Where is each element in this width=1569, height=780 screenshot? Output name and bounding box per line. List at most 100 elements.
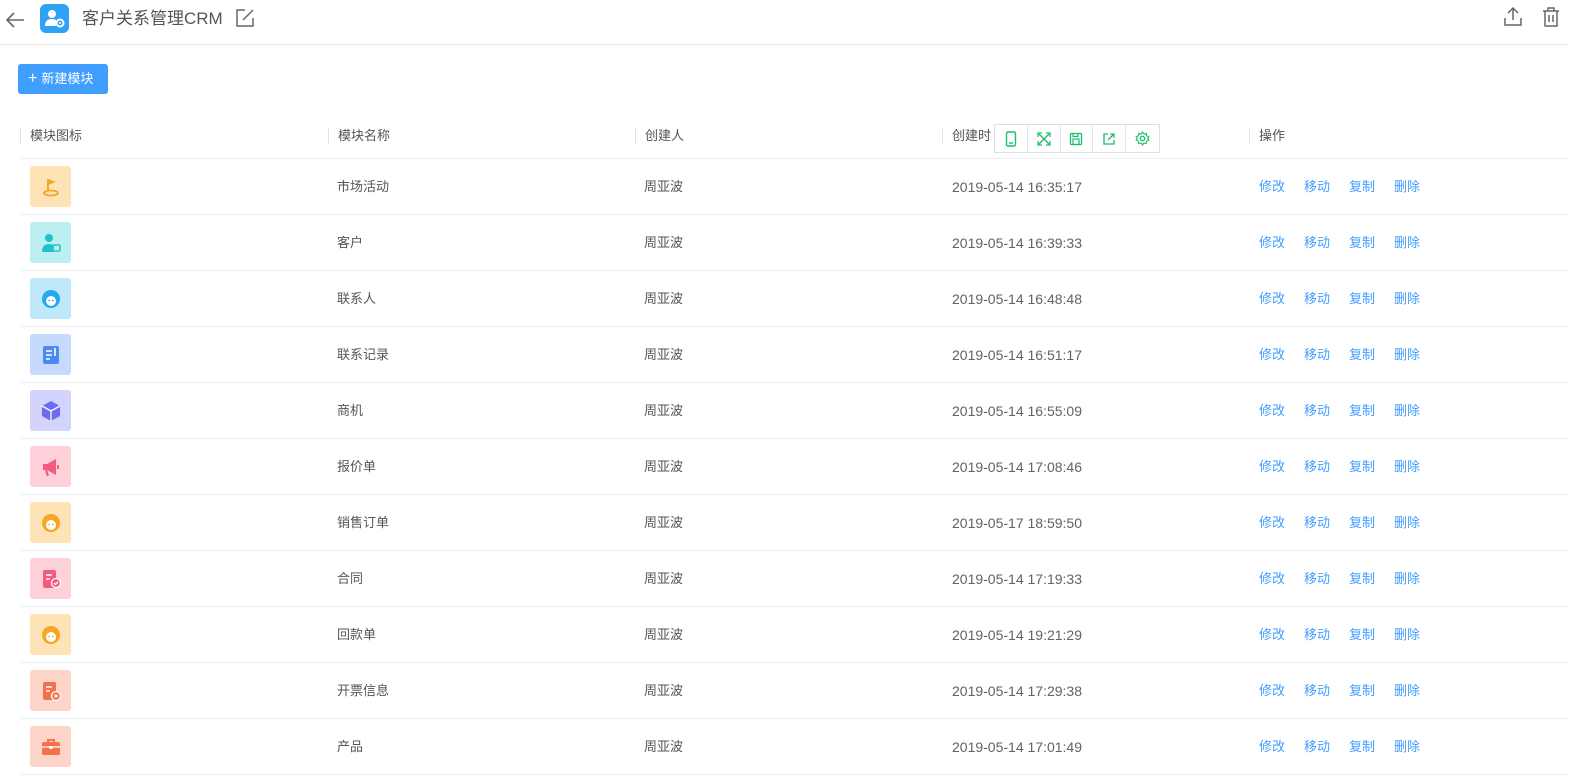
box-icon [30, 390, 71, 431]
copy-link[interactable]: 复制 [1349, 607, 1375, 663]
module-creator: 周亚波 [644, 235, 684, 250]
table-row: 报价单 周亚波 2019-05-14 17:08:46 修改 移动 复制 删除 [20, 439, 1569, 495]
flag-icon [30, 166, 71, 207]
module-name: 联系人 [337, 291, 377, 306]
column-header-actions: 操作 [1249, 118, 1285, 158]
copy-link[interactable]: 复制 [1349, 719, 1375, 775]
row-actions: 修改 移动 复制 删除 [1259, 159, 1420, 215]
mobile-icon[interactable] [995, 125, 1028, 152]
module-name: 联系记录 [337, 347, 390, 362]
edit-link[interactable]: 修改 [1259, 495, 1285, 551]
row-actions: 修改 移动 复制 删除 [1259, 271, 1420, 327]
module-created-time: 2019-05-14 17:01:49 [952, 739, 1082, 755]
move-link[interactable]: 移动 [1304, 551, 1330, 607]
copy-link[interactable]: 复制 [1349, 551, 1375, 607]
contract-icon [30, 558, 71, 599]
edit-link[interactable]: 修改 [1259, 607, 1285, 663]
delete-link[interactable]: 删除 [1394, 439, 1420, 495]
column-header-creator[interactable]: 创建人 [635, 118, 684, 158]
row-actions: 修改 移动 复制 删除 [1259, 551, 1420, 607]
module-created-time: 2019-05-14 16:39:33 [952, 235, 1082, 251]
customer-icon [30, 222, 71, 263]
module-creator: 周亚波 [644, 291, 684, 306]
copy-link[interactable]: 复制 [1349, 383, 1375, 439]
row-actions: 修改 移动 复制 删除 [1259, 663, 1420, 719]
top-bar: 客户关系管理CRM [0, 0, 1569, 45]
delete-link[interactable]: 删除 [1394, 215, 1420, 271]
delete-link[interactable]: 删除 [1394, 719, 1420, 775]
move-link[interactable]: 移动 [1304, 383, 1330, 439]
copy-link[interactable]: 复制 [1349, 271, 1375, 327]
edit-link[interactable]: 修改 [1259, 663, 1285, 719]
move-link[interactable]: 移动 [1304, 327, 1330, 383]
edit-link[interactable]: 修改 [1259, 215, 1285, 271]
module-creator: 周亚波 [644, 347, 684, 362]
module-created-time: 2019-05-14 16:48:48 [952, 291, 1082, 307]
delete-link[interactable]: 删除 [1394, 663, 1420, 719]
edit-link[interactable]: 修改 [1259, 719, 1285, 775]
module-created-time: 2019-05-14 17:08:46 [952, 459, 1082, 475]
column-header-name[interactable]: 模块名称 [328, 118, 390, 158]
edit-link[interactable]: 修改 [1259, 439, 1285, 495]
module-created-time: 2019-05-14 19:21:29 [952, 627, 1082, 643]
new-module-button[interactable]: + 新建模块 [18, 64, 108, 94]
module-created-time: 2019-05-14 16:35:17 [952, 179, 1082, 195]
edit-link[interactable]: 修改 [1259, 551, 1285, 607]
module-name: 报价单 [337, 459, 377, 474]
module-name: 销售订单 [337, 515, 390, 530]
table-row: 客户 周亚波 2019-05-14 16:39:33 修改 移动 复制 删除 [20, 215, 1569, 271]
edit-link[interactable]: 修改 [1259, 383, 1285, 439]
settings-icon[interactable] [1126, 125, 1159, 152]
edit-link[interactable]: 修改 [1259, 327, 1285, 383]
copy-link[interactable]: 复制 [1349, 215, 1375, 271]
module-name: 开票信息 [337, 683, 390, 698]
move-link[interactable]: 移动 [1304, 607, 1330, 663]
module-creator: 周亚波 [644, 403, 684, 418]
module-name: 商机 [337, 403, 364, 418]
move-link[interactable]: 移动 [1304, 663, 1330, 719]
table-row: 回款单 周亚波 2019-05-14 19:21:29 修改 移动 复制 删除 [20, 607, 1569, 663]
move-link[interactable]: 移动 [1304, 439, 1330, 495]
back-arrow-icon[interactable] [4, 8, 28, 32]
row-actions: 修改 移动 复制 删除 [1259, 607, 1420, 663]
save-icon[interactable] [1061, 125, 1094, 152]
copy-link[interactable]: 复制 [1349, 663, 1375, 719]
delete-link[interactable]: 删除 [1394, 607, 1420, 663]
copy-link[interactable]: 复制 [1349, 159, 1375, 215]
module-created-time: 2019-05-14 16:51:17 [952, 347, 1082, 363]
copy-link[interactable]: 复制 [1349, 439, 1375, 495]
contact-icon [30, 278, 71, 319]
table-row: 销售订单 周亚波 2019-05-17 18:59:50 修改 移动 复制 删除 [20, 495, 1569, 551]
delete-link[interactable]: 删除 [1394, 159, 1420, 215]
delete-link[interactable]: 删除 [1394, 383, 1420, 439]
copy-link[interactable]: 复制 [1349, 495, 1375, 551]
table-row: 开票信息 周亚波 2019-05-14 17:29:38 修改 移动 复制 删除 [20, 663, 1569, 719]
delete-link[interactable]: 删除 [1394, 551, 1420, 607]
expand-icon[interactable] [1028, 125, 1061, 152]
row-actions: 修改 移动 复制 删除 [1259, 439, 1420, 495]
person-orange-icon [30, 502, 71, 543]
move-link[interactable]: 移动 [1304, 271, 1330, 327]
move-link[interactable]: 移动 [1304, 495, 1330, 551]
export-icon[interactable] [1502, 5, 1524, 29]
person-orange-icon [30, 614, 71, 655]
move-link[interactable]: 移动 [1304, 719, 1330, 775]
copy-link[interactable]: 复制 [1349, 327, 1375, 383]
move-link[interactable]: 移动 [1304, 215, 1330, 271]
module-creator: 周亚波 [644, 627, 684, 642]
column-header-created[interactable]: 创建时 [942, 118, 991, 158]
edit-link[interactable]: 修改 [1259, 271, 1285, 327]
edit-link[interactable]: 修改 [1259, 159, 1285, 215]
invoice-icon [30, 670, 71, 711]
delete-link[interactable]: 删除 [1394, 327, 1420, 383]
trash-icon[interactable] [1540, 5, 1562, 29]
edit-icon[interactable] [234, 7, 256, 29]
page-title: 客户关系管理CRM [82, 9, 223, 28]
column-header-icon[interactable]: 模块图标 [20, 118, 82, 158]
delete-link[interactable]: 删除 [1394, 495, 1420, 551]
module-created-time: 2019-05-14 17:19:33 [952, 571, 1082, 587]
share-icon[interactable] [1093, 125, 1127, 152]
delete-link[interactable]: 删除 [1394, 271, 1420, 327]
module-name: 市场活动 [337, 179, 390, 194]
move-link[interactable]: 移动 [1304, 159, 1330, 215]
